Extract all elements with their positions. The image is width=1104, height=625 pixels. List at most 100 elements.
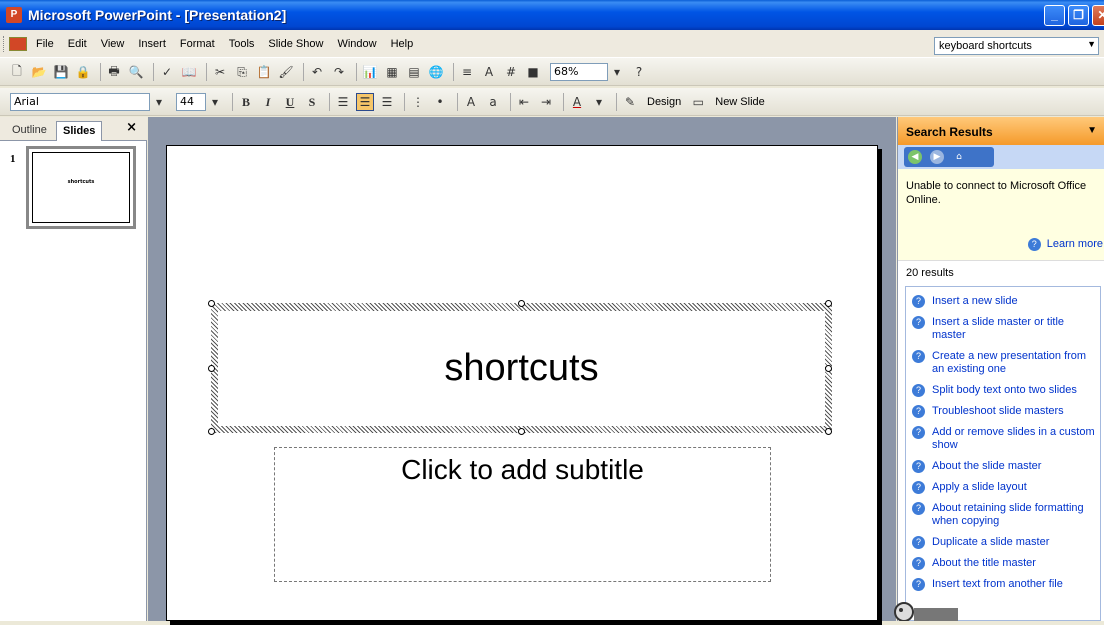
menu-window[interactable]: Window xyxy=(337,38,376,50)
result-item[interactable]: ? Add or remove slides in a custom show xyxy=(906,426,1100,452)
document-icon[interactable] xyxy=(9,37,27,51)
tab-slides[interactable]: Slides xyxy=(56,121,103,141)
menu-format[interactable]: Format xyxy=(180,38,215,50)
resize-handle[interactable] xyxy=(208,428,215,435)
result-item[interactable]: ? Split body text onto two slides xyxy=(906,384,1100,397)
back-icon[interactable]: ◀ xyxy=(908,150,922,164)
menu-file[interactable]: File xyxy=(36,38,54,50)
research-icon[interactable]: 📖 xyxy=(180,63,198,81)
slide-canvas[interactable]: shortcuts Click to add subtitle xyxy=(166,145,878,621)
subtitle-placeholder[interactable]: Click to add subtitle xyxy=(274,447,771,582)
result-item[interactable]: ? Create a new presentation from an exist… xyxy=(906,350,1100,376)
ask-question-input[interactable]: keyboard shortcuts ▼ xyxy=(934,37,1099,55)
font-name-select[interactable]: Arial xyxy=(10,93,150,111)
insert-chart-icon[interactable]: 📊 xyxy=(361,63,379,81)
size-dropdown-icon[interactable]: ▾ xyxy=(206,93,224,111)
minimize-button[interactable]: _ xyxy=(1044,5,1065,26)
italic-button[interactable]: I xyxy=(259,93,277,111)
permission-icon[interactable]: 🔒 xyxy=(74,63,92,81)
resize-handle[interactable] xyxy=(518,300,525,307)
hyperlink-icon[interactable]: 🌐 xyxy=(427,63,445,81)
result-item[interactable]: ? Insert a slide master or title master xyxy=(906,316,1100,342)
resize-handle[interactable] xyxy=(208,300,215,307)
slide-thumbnail[interactable]: shortcuts xyxy=(26,146,136,229)
color-grayscale-icon[interactable]: ■ xyxy=(524,63,542,81)
new-icon[interactable]: 🗋 xyxy=(8,63,26,81)
format-painter-icon[interactable]: 🖌 xyxy=(277,63,295,81)
chevron-down-icon[interactable]: ▼ xyxy=(1087,39,1096,49)
resize-handle[interactable] xyxy=(208,365,215,372)
result-item[interactable]: ? Apply a slide layout xyxy=(906,481,1100,494)
decrease-font-icon[interactable]: a xyxy=(484,93,502,111)
resize-handle[interactable] xyxy=(825,428,832,435)
font-dropdown-icon[interactable]: ▾ xyxy=(150,93,168,111)
save-icon[interactable]: 💾 xyxy=(52,63,70,81)
bullets-icon[interactable]: • xyxy=(431,93,449,111)
align-left-icon[interactable]: ☰ xyxy=(334,93,352,111)
design-icon[interactable]: ✎ xyxy=(621,93,639,111)
print-preview-icon[interactable]: 🔍 xyxy=(127,63,145,81)
copy-icon[interactable]: ⎘ xyxy=(233,63,251,81)
open-icon[interactable]: 📂 xyxy=(30,63,48,81)
menu-edit[interactable]: Edit xyxy=(68,38,87,50)
learn-more-link[interactable]: ? Learn more xyxy=(1027,237,1103,251)
zoom-select[interactable]: 68% xyxy=(550,63,608,81)
expand-all-icon[interactable]: ≡ xyxy=(458,63,476,81)
align-right-icon[interactable]: ☰ xyxy=(378,93,396,111)
cut-icon[interactable]: ✂ xyxy=(211,63,229,81)
paste-icon[interactable]: 📋 xyxy=(255,63,273,81)
redo-icon[interactable]: ↷ xyxy=(330,63,348,81)
help-icon[interactable]: ? xyxy=(630,63,648,81)
slide-title[interactable]: shortcuts xyxy=(218,311,825,426)
increase-indent-icon[interactable]: ⇥ xyxy=(537,93,555,111)
show-formatting-icon[interactable]: A xyxy=(480,63,498,81)
bold-button[interactable]: B xyxy=(237,93,255,111)
menu-slide-show[interactable]: Slide Show xyxy=(268,38,323,50)
undo-icon[interactable]: ↶ xyxy=(308,63,326,81)
new-slide-button[interactable]: New Slide xyxy=(715,96,765,108)
underline-button[interactable]: U xyxy=(281,93,299,111)
font-color-icon[interactable]: A xyxy=(568,93,586,111)
show-grid-icon[interactable]: # xyxy=(502,63,520,81)
result-item[interactable]: ? About the slide master xyxy=(906,460,1100,473)
shadow-button[interactable]: S xyxy=(303,93,321,111)
zoom-dropdown-icon[interactable]: ▾ xyxy=(608,63,626,81)
tables-borders-icon[interactable]: ▤ xyxy=(405,63,423,81)
spelling-icon[interactable]: ✓ xyxy=(158,63,176,81)
result-item[interactable]: ? Troubleshoot slide masters xyxy=(906,405,1100,418)
font-size-select[interactable]: 44 xyxy=(176,93,206,111)
result-item[interactable]: ? Insert text from another file xyxy=(906,578,1100,591)
home-icon[interactable]: ⌂ xyxy=(952,150,966,164)
decrease-indent-icon[interactable]: ⇤ xyxy=(515,93,533,111)
new-slide-icon[interactable]: ▭ xyxy=(689,93,707,111)
menu-view[interactable]: View xyxy=(101,38,125,50)
result-item[interactable]: ? Duplicate a slide master xyxy=(906,536,1100,549)
numbering-icon[interactable]: ⋮ xyxy=(409,93,427,111)
close-button[interactable]: ✕ xyxy=(1092,5,1104,26)
resize-handle[interactable] xyxy=(825,365,832,372)
forward-icon[interactable]: ▶ xyxy=(930,150,944,164)
task-pane-title[interactable]: Search Results xyxy=(906,125,993,139)
design-button[interactable]: Design xyxy=(647,96,681,108)
toolbar-grip[interactable] xyxy=(3,36,6,52)
print-icon[interactable]: 🖶 xyxy=(105,63,123,81)
result-item[interactable]: ? Insert a new slide xyxy=(906,295,1100,308)
insert-table-icon[interactable]: ▦ xyxy=(383,63,401,81)
result-item[interactable]: ? About the title master xyxy=(906,557,1100,570)
chevron-down-icon[interactable]: ▼ xyxy=(1087,125,1097,136)
tab-outline[interactable]: Outline xyxy=(6,121,53,141)
menu-insert[interactable]: Insert xyxy=(138,38,166,50)
increase-font-icon[interactable]: A xyxy=(462,93,480,111)
menu-help[interactable]: Help xyxy=(391,38,414,50)
resize-handle[interactable] xyxy=(518,428,525,435)
restore-button[interactable]: ❐ xyxy=(1068,5,1089,26)
menu-tools[interactable]: Tools xyxy=(229,38,255,50)
result-item[interactable]: ? About retaining slide formatting when c… xyxy=(906,502,1100,528)
resize-handle[interactable] xyxy=(825,300,832,307)
slide-editing-area[interactable]: shortcuts Click to add subtitle xyxy=(148,117,896,625)
align-center-icon[interactable]: ☰ xyxy=(356,93,374,111)
office-assistant-icon[interactable] xyxy=(890,592,960,621)
font-color-dropdown-icon[interactable]: ▾ xyxy=(590,93,608,111)
powerpoint-app-icon[interactable]: P xyxy=(6,7,22,23)
close-pane-icon[interactable]: × xyxy=(126,120,137,135)
